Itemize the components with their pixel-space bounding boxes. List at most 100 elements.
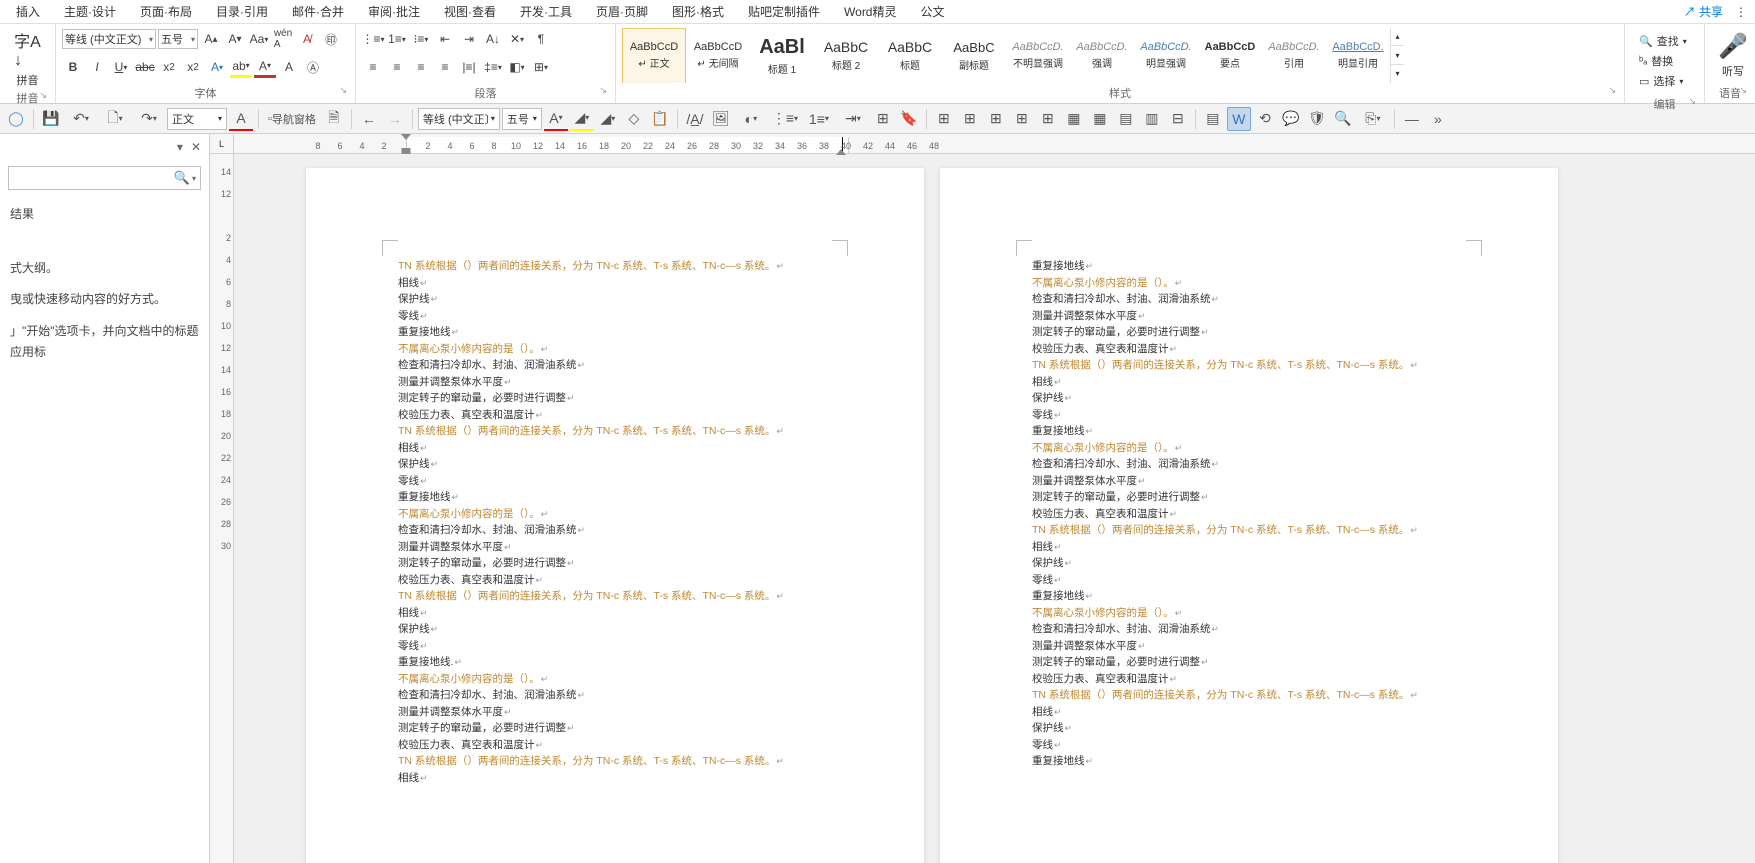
doc-answer-line[interactable]: 保护线↵ [1032, 720, 1466, 737]
tb-grid5-button[interactable]: ⊞ [1036, 107, 1060, 131]
tb-indent-button[interactable]: ⇥▾ [837, 107, 869, 131]
asian-layout-button[interactable]: ✕▾ [506, 28, 528, 50]
doc-question-line[interactable]: TN 系统根据（）两者间的连接关系，分为 TN-c 系统、T-s 系统、TN-c… [398, 588, 832, 605]
menu-wordgenius[interactable]: Word精灵 [832, 0, 908, 23]
doc-answer-line[interactable]: 保护线↵ [1032, 555, 1466, 572]
tb-font-combo[interactable]: 等线 (中文正〕▾ [418, 108, 500, 130]
align-center-button[interactable]: ≡ [386, 56, 408, 78]
font-color-button[interactable]: A▾ [254, 56, 276, 78]
menu-official[interactable]: 公文 [909, 0, 957, 23]
bullets-button[interactable]: ⋮≡▾ [362, 28, 384, 50]
tb-merge-button[interactable]: ▦ [1062, 107, 1086, 131]
menu-layout[interactable]: 页面·布局 [128, 0, 204, 23]
doc-answer-line[interactable]: 重复接地线↵ [398, 324, 832, 341]
tb-image-button[interactable]: 🖼 [709, 107, 733, 131]
tb-doc-icon[interactable]: 🗎 [322, 107, 346, 131]
doc-answer-line[interactable]: 校验压力表、真空表和温度计↵ [1032, 341, 1466, 358]
doc-answer-line[interactable]: 校验压力表、真空表和温度计↵ [398, 572, 832, 589]
sort-button[interactable]: A↓ [482, 28, 504, 50]
doc-answer-line[interactable]: 零线↵ [1032, 407, 1466, 424]
doc-question-line[interactable]: TN 系统根据（）两者间的连接关系，分为 TN-c 系统、T-s 系统、TN-c… [398, 258, 832, 275]
tb-grid3-button[interactable]: ⊞ [984, 107, 1008, 131]
tb-size-combo[interactable]: 五号▾ [502, 108, 542, 130]
text-effects-button[interactable]: A▾ [206, 56, 228, 78]
doc-answer-line[interactable]: 相线↵ [1032, 374, 1466, 391]
menu-view[interactable]: 视图·查看 [432, 0, 508, 23]
subscript-button[interactable]: x2 [158, 56, 180, 78]
style-heading2[interactable]: AaBbC标题 2 [814, 28, 878, 83]
increase-indent-button[interactable]: ⇥ [458, 28, 480, 50]
vertical-ruler[interactable]: 141224681012141618202224262830 [210, 154, 234, 863]
doc-answer-line[interactable]: 测定转子的窜动量，必要时进行调整↵ [398, 555, 832, 572]
tb-fontcolor2-button[interactable]: A▾ [544, 107, 568, 131]
tb-bookmark-button[interactable]: 🔖 [897, 107, 921, 131]
tb-view2-button[interactable]: W [1227, 107, 1251, 131]
style-intense-quote[interactable]: AaBbCcD.明显引用 [1326, 28, 1390, 83]
doc-answer-line[interactable]: 重复接地线↵ [1032, 753, 1466, 770]
doc-answer-line[interactable]: 相线↵ [398, 770, 832, 787]
doc-answer-line[interactable]: 相线↵ [398, 605, 832, 622]
select-button[interactable]: ▭选择▾ [1639, 72, 1690, 90]
doc-answer-line[interactable]: 重复接地线↵ [1032, 258, 1466, 275]
highlight-button[interactable]: ab▾ [230, 56, 252, 78]
doc-answer-line[interactable]: 校验压力表、真空表和温度计↵ [398, 737, 832, 754]
tb-forward-button[interactable]: → [383, 107, 407, 131]
doc-answer-line[interactable]: 测定转子的窜动量，必要时进行调整↵ [1032, 489, 1466, 506]
doc-answer-line[interactable]: 校验压力表、真空表和温度计↵ [398, 407, 832, 424]
menu-references[interactable]: 目录·引用 [204, 0, 280, 23]
doc-answer-line[interactable]: 校验压力表、真空表和温度计↵ [1032, 671, 1466, 688]
doc-answer-line[interactable]: 相线↵ [1032, 704, 1466, 721]
multilevel-button[interactable]: ⁝≡▾ [410, 28, 432, 50]
tb-grid1-button[interactable]: ⊞ [932, 107, 956, 131]
tb-cell3-button[interactable]: ⊟ [1166, 107, 1190, 131]
doc-answer-line[interactable]: 保护线↵ [1032, 390, 1466, 407]
decrease-indent-button[interactable]: ⇤ [434, 28, 456, 50]
tb-list-button[interactable]: ⋮≡▾ [769, 107, 801, 131]
doc-question-line[interactable]: 不属离心泵小修内容的是（）。↵ [1032, 440, 1466, 457]
underline-button[interactable]: U▾ [110, 56, 132, 78]
change-case-button[interactable]: Aa▾ [248, 28, 270, 50]
find-button[interactable]: 🔍查找▾ [1639, 32, 1690, 50]
char-border-button[interactable]: Ⓐ [302, 56, 324, 78]
tb-font-color-button[interactable]: A [229, 107, 253, 131]
enclose-char-button[interactable]: ㊞ [320, 28, 342, 50]
doc-question-line[interactable]: 不属离心泵小修内容的是（）。↵ [1032, 605, 1466, 622]
shading-button[interactable]: ◧▾ [506, 56, 528, 78]
search-dropdown-icon[interactable]: ▾ [192, 174, 196, 183]
doc-answer-line[interactable]: 零线↵ [1032, 572, 1466, 589]
doc-answer-line[interactable]: 重复接地线↵ [1032, 423, 1466, 440]
tb-undo-button[interactable]: ↶▾ [65, 107, 97, 131]
doc-answer-line[interactable]: 检查和清扫冷却水、封油、润滑油系统↵ [398, 357, 832, 374]
tb-textbox-button[interactable]: /A̲/ [683, 107, 707, 131]
share-button[interactable]: ↗ 共享 [1676, 0, 1731, 23]
doc-answer-line[interactable]: 重复接地线↵ [1032, 588, 1466, 605]
doc-answer-line[interactable]: 测定转子的窜动量，必要时进行调整↵ [1032, 324, 1466, 341]
menu-devtools[interactable]: 开发·工具 [508, 0, 584, 23]
menu-theme[interactable]: 主题·设计 [52, 0, 128, 23]
tb-grid4-button[interactable]: ⊞ [1010, 107, 1034, 131]
doc-answer-line[interactable]: 零线↵ [1032, 737, 1466, 754]
dictate-button[interactable]: 🎤 听写 [1711, 28, 1755, 83]
show-marks-button[interactable]: ¶ [530, 28, 552, 50]
style-strong[interactable]: AaBbCcD要点 [1198, 28, 1262, 83]
tb-highlight2-button[interactable]: ◢▾ [570, 107, 594, 131]
doc-question-line[interactable]: TN 系统根据（）两者间的连接关系，分为 TN-c 系统、T-s 系统、TN-c… [1032, 522, 1466, 539]
doc-answer-line[interactable]: 保护线↵ [398, 621, 832, 638]
doc-answer-line[interactable]: 测量并调整泵体水平度↵ [1032, 473, 1466, 490]
doc-answer-line[interactable]: 检查和清扫冷却水、封油、润滑油系统↵ [398, 687, 832, 704]
tb-clipboard-button[interactable]: 📋 [648, 107, 672, 131]
style-subtle-emphasis[interactable]: AaBbCcD.不明显强调 [1006, 28, 1070, 83]
doc-question-line[interactable]: TN 系统根据（）两者间的连接关系，分为 TN-c 系统、T-s 系统、TN-c… [398, 423, 832, 440]
document-page[interactable]: 重复接地线↵不属离心泵小修内容的是（）。↵检查和清扫冷却水、封油、润滑油系统↵测… [940, 168, 1558, 863]
doc-answer-line[interactable]: 测量并调整泵体水平度↵ [1032, 308, 1466, 325]
tb-window-button[interactable]: ⎘▾ [1357, 107, 1389, 131]
tb-split-button[interactable]: ▦ [1088, 107, 1112, 131]
replace-button[interactable]: ᵇₐ替换 [1639, 52, 1690, 70]
char-shading-button[interactable]: A [278, 56, 300, 78]
tb-redo-button[interactable]: ↷▾ [133, 107, 165, 131]
tb-cell1-button[interactable]: ▤ [1114, 107, 1138, 131]
style-quote[interactable]: AaBbCcD.引用 [1262, 28, 1326, 83]
doc-question-line[interactable]: 不属离心泵小修内容的是（）。↵ [398, 341, 832, 358]
first-line-indent-marker[interactable] [401, 134, 411, 140]
doc-answer-line[interactable]: 校验压力表、真空表和温度计↵ [1032, 506, 1466, 523]
